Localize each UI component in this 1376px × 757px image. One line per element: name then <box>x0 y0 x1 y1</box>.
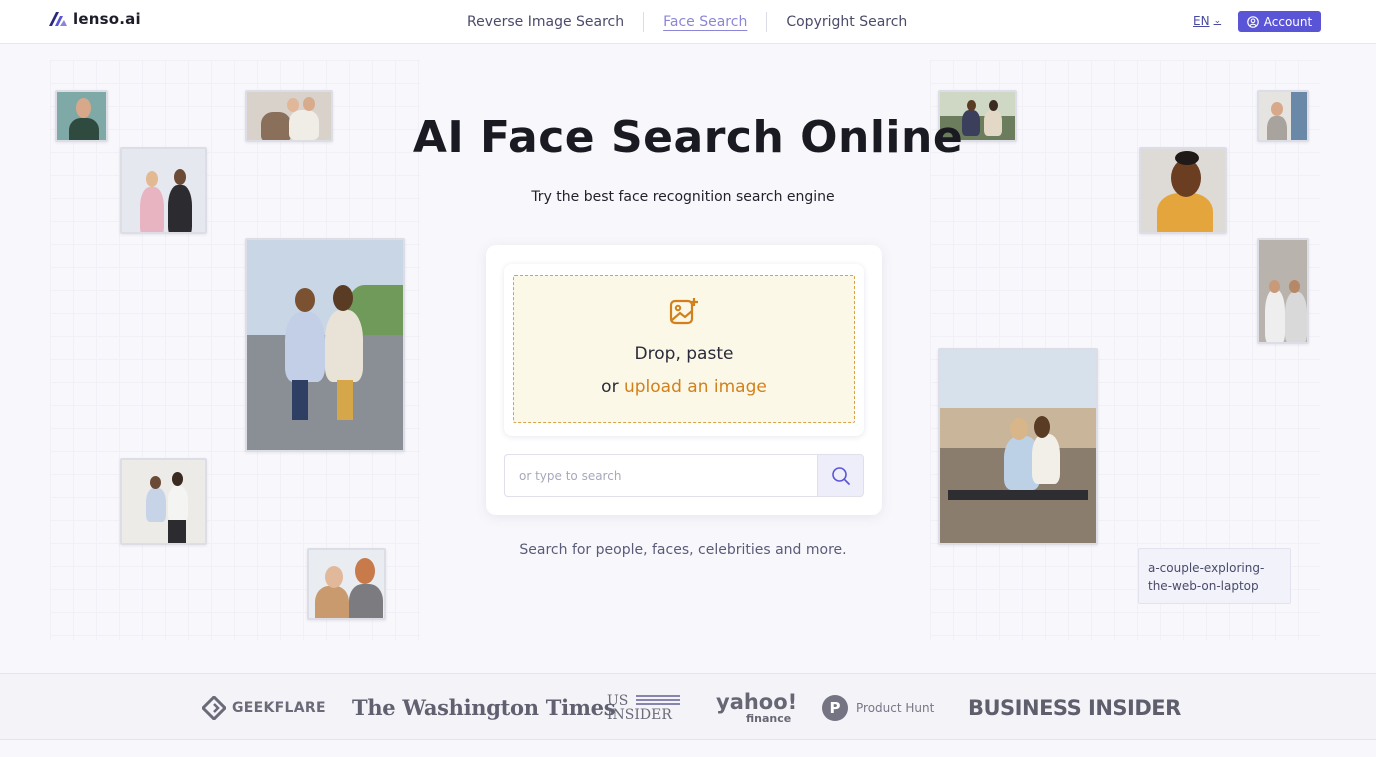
image-drop-zone[interactable]: Drop, paste or upload an image <box>513 275 855 423</box>
main-nav: Reverse Image Search Face Search Copyrig… <box>448 0 926 44</box>
account-button[interactable]: Account <box>1238 11 1321 32</box>
add-image-icon <box>669 298 698 325</box>
finance-text: finance <box>746 711 792 725</box>
washington-times-logo: The Washington Times <box>352 695 616 720</box>
nav-face-search[interactable]: Face Search <box>644 14 766 30</box>
upload-instruction: or upload an image <box>514 377 854 397</box>
product-hunt-icon: P <box>822 694 848 721</box>
image-caption-tooltip: a-couple-exploring-the-web-on-laptop <box>1138 548 1291 604</box>
top-navbar: lenso.ai Reverse Image Search Face Searc… <box>0 0 1376 44</box>
search-button[interactable] <box>817 454 864 497</box>
logo[interactable]: lenso.ai <box>49 10 141 28</box>
geekflare-text: GEEKFLARE <box>232 699 326 716</box>
product-hunt-logo: P Product Hunt <box>822 674 934 741</box>
account-label: Account <box>1263 14 1313 29</box>
logo-text: lenso.ai <box>73 10 141 28</box>
search-input[interactable] <box>504 454 818 497</box>
nav-copyright-search[interactable]: Copyright Search <box>767 14 926 30</box>
upload-image-link[interactable]: upload an image <box>624 377 767 397</box>
geekflare-diamond-icon <box>202 695 226 720</box>
language-selector[interactable]: EN ⌄ <box>1193 14 1221 28</box>
business-insider-logo: BUSINESS INSIDER <box>968 695 1181 720</box>
lenso-logo-icon <box>49 12 67 26</box>
yahoo-text: yahoo! <box>716 689 798 714</box>
face-photo-couple-stool <box>120 458 207 545</box>
drop-instruction: Drop, paste <box>634 344 734 364</box>
search-icon <box>831 466 850 485</box>
text-search-row <box>504 454 864 497</box>
press-logos-strip: GEEKFLARE The Washington Times US INSIDE… <box>0 673 1376 740</box>
nav-reverse-image-search[interactable]: Reverse Image Search <box>448 14 643 30</box>
user-circle-icon <box>1246 15 1259 28</box>
face-photo-building-selfie <box>1257 238 1309 344</box>
drop-zone-container: Drop, paste or upload an image <box>504 264 864 436</box>
yahoo-finance-logo: yahoo! finance <box>716 674 797 741</box>
language-label: EN <box>1193 14 1210 28</box>
geekflare-logo: GEEKFLARE <box>202 674 326 741</box>
face-photo-winter-couple <box>307 548 386 620</box>
face-photo-skatepark-friends <box>245 238 405 452</box>
chevron-down-icon: ⌄ <box>1213 16 1222 26</box>
face-photo-boardwalk-friends <box>938 348 1098 545</box>
search-card: Drop, paste or upload an image <box>486 245 882 515</box>
us-insider-top-text: US <box>607 692 629 709</box>
upload-or-text: or <box>601 377 624 397</box>
product-hunt-text: Product Hunt <box>856 700 935 715</box>
us-insider-stripes-icon <box>636 695 680 705</box>
page-subtitle: Try the best face recognition search eng… <box>531 189 835 205</box>
page-title: AI Face Search Online <box>412 112 964 163</box>
